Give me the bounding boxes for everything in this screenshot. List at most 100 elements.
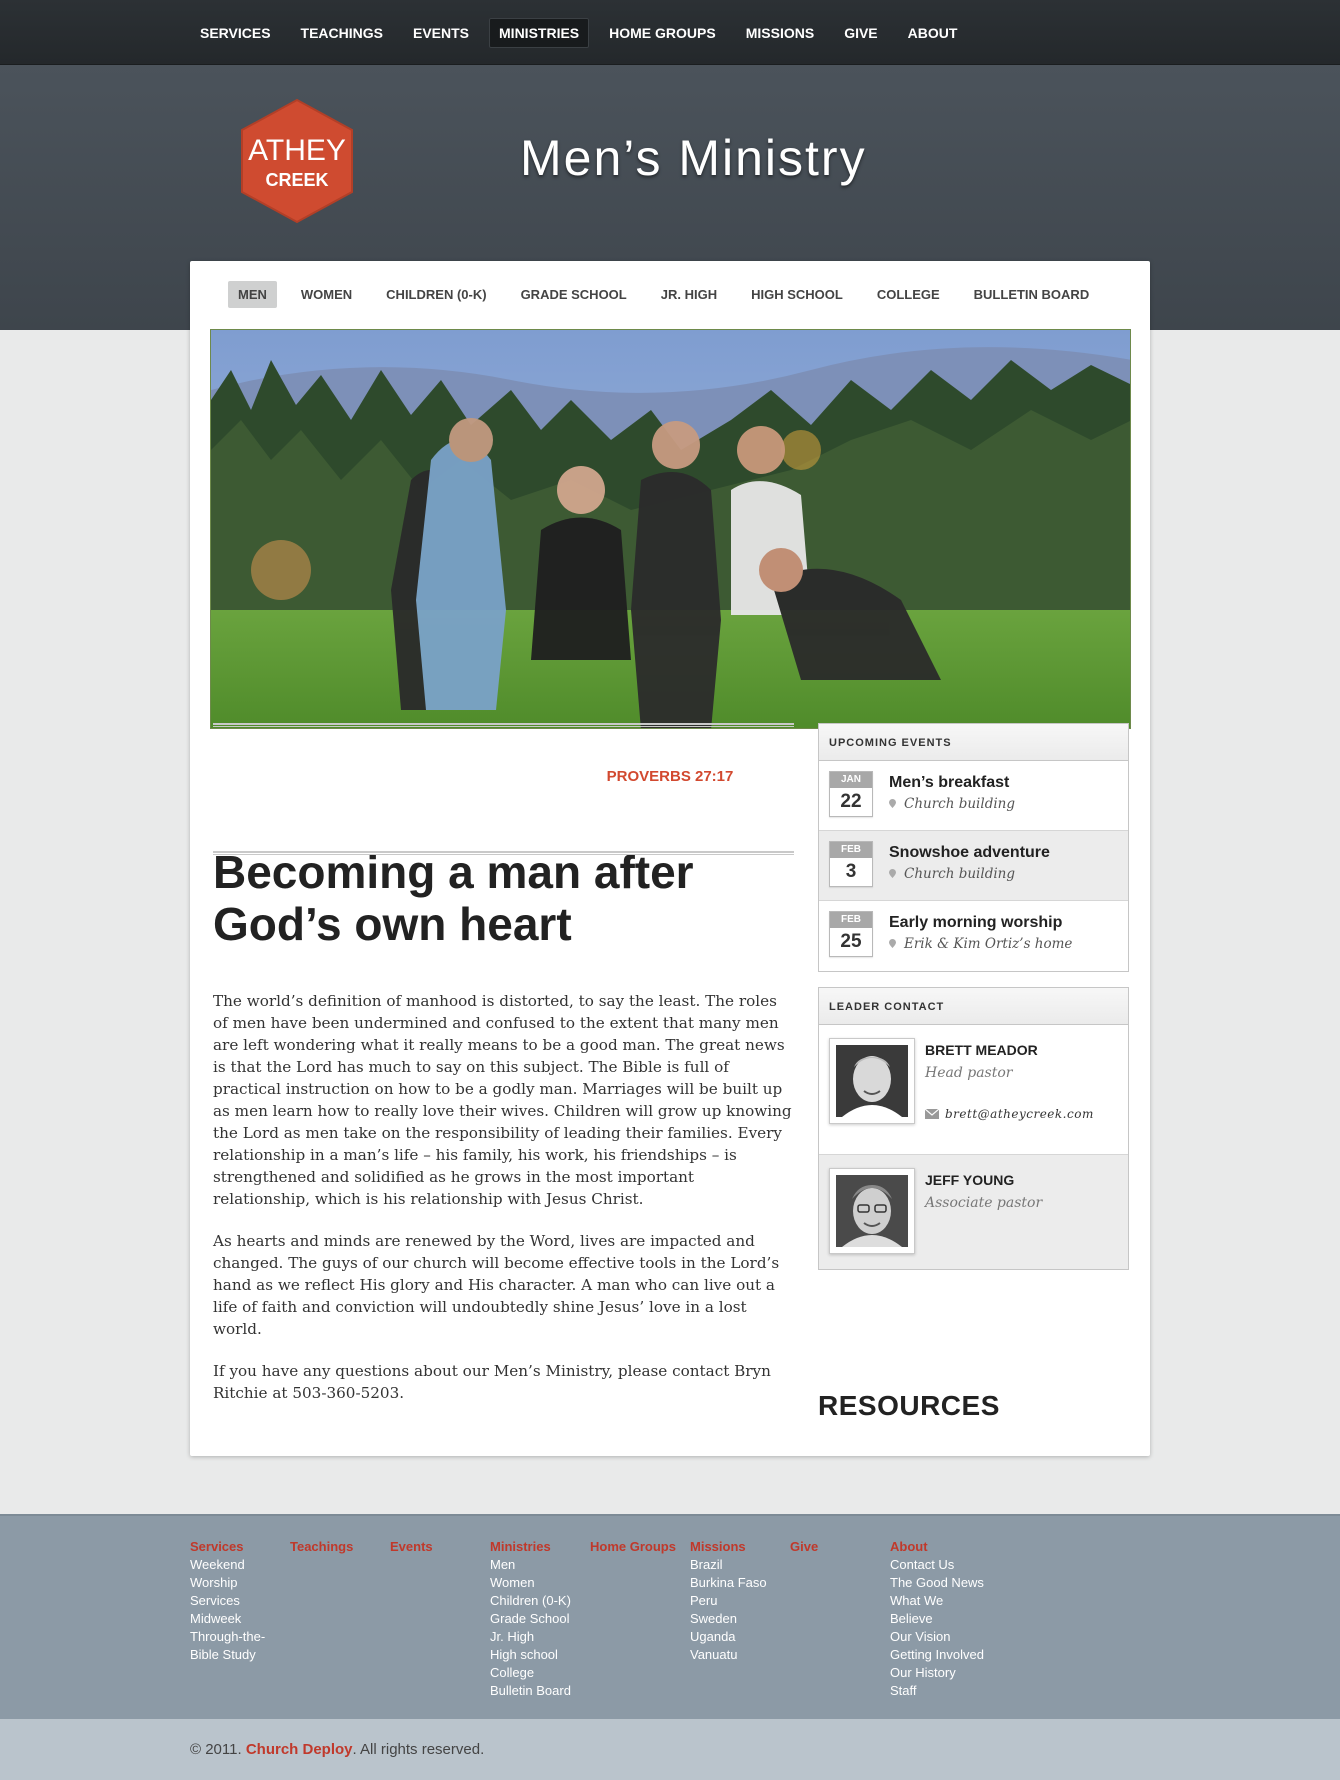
footer-heading[interactable]: Home Groups (590, 1538, 676, 1556)
footer-link[interactable]: Midweek (190, 1610, 265, 1628)
nav-ministries[interactable]: MINISTRIES (489, 18, 590, 48)
footer-link[interactable]: Bulletin Board (490, 1682, 571, 1700)
leader-photo-brett (836, 1045, 908, 1117)
footer-column: Give (790, 1538, 818, 1556)
article-paragraph: If you have any questions about our Men’… (213, 1362, 771, 1402)
footer-link[interactable]: Weekend (190, 1556, 265, 1574)
nav-services[interactable]: SERVICES (190, 18, 281, 48)
footer-link[interactable]: The Good News (890, 1574, 984, 1592)
footer-link[interactable]: Grade School (490, 1610, 571, 1628)
footer-link[interactable]: Getting Involved (890, 1646, 984, 1664)
upcoming-events-box: UPCOMING EVENTS JAN 22 Men’s breakfast C… (818, 723, 1129, 972)
leader-avatar (829, 1168, 915, 1254)
calendar-date-icon: JAN 22 (829, 771, 873, 817)
copyright-text: © 2011. Church Deploy. All rights reserv… (190, 1741, 484, 1758)
resources-heading: RESOURCES (818, 1390, 1000, 1421)
email-icon (925, 1109, 939, 1119)
footer-heading[interactable]: Events (390, 1538, 433, 1556)
event-location-text: Church building (904, 866, 1015, 882)
footer-heading[interactable]: Services (190, 1538, 265, 1556)
footer-link[interactable]: Burkina Faso (690, 1574, 767, 1592)
footer-link[interactable]: Through-the- (190, 1628, 265, 1646)
event-title[interactable]: Men’s breakfast (889, 774, 1009, 792)
top-nav: SERVICES TEACHINGS EVENTS MINISTRIES HOM… (0, 0, 1340, 65)
footer-link[interactable]: Jr. High (490, 1628, 571, 1646)
footer-column: Services Weekend Worship Services Midwee… (190, 1538, 265, 1664)
event-location: Erik & Kim Ortiz’s home (889, 936, 1072, 952)
calendar-date-icon: FEB 25 (829, 911, 873, 957)
copyright-brand-link[interactable]: Church Deploy (246, 1741, 353, 1758)
nav-missions[interactable]: MISSIONS (736, 18, 824, 48)
footer-link[interactable]: Brazil (690, 1556, 767, 1574)
nav-give[interactable]: GIVE (834, 18, 887, 48)
event-location-text: Church building (904, 796, 1015, 812)
footer-link[interactable]: College (490, 1664, 571, 1682)
leader-contact-box: LEADER CONTACT BRETT MEADOR Head pastor … (818, 987, 1129, 1270)
subnav-bulletin-board[interactable]: BULLETIN BOARD (964, 281, 1100, 308)
nav-teachings[interactable]: TEACHINGS (291, 18, 393, 48)
leader-email-text[interactable]: brett@atheycreek.com (945, 1107, 1094, 1121)
footer-link[interactable]: Our History (890, 1664, 984, 1682)
footer-link[interactable]: Staff (890, 1682, 984, 1700)
event-location: Church building (889, 866, 1015, 882)
nav-about[interactable]: ABOUT (898, 18, 968, 48)
subnav-women[interactable]: WOMEN (291, 281, 362, 308)
leader-avatar (829, 1038, 915, 1124)
footer-link[interactable]: Children (0-K) (490, 1592, 571, 1610)
footer-link[interactable]: Bible Study (190, 1646, 265, 1664)
event-item[interactable]: JAN 22 Men’s breakfast Church building (819, 761, 1128, 831)
nav-home-groups[interactable]: HOME GROUPS (599, 18, 726, 48)
footer-heading[interactable]: Ministries (490, 1538, 571, 1556)
footer-link[interactable]: Believe (890, 1610, 984, 1628)
event-title[interactable]: Snowshoe adventure (889, 844, 1050, 862)
map-pin-icon (889, 939, 896, 948)
footer-link[interactable]: High school (490, 1646, 571, 1664)
calendar-date-icon: FEB 3 (829, 841, 873, 887)
top-nav-list: SERVICES TEACHINGS EVENTS MINISTRIES HOM… (190, 18, 977, 48)
event-day: 25 (840, 931, 862, 952)
footer-heading[interactable]: Missions (690, 1538, 767, 1556)
nav-events[interactable]: EVENTS (403, 18, 479, 48)
leader-role: Associate pastor (925, 1195, 1043, 1211)
athey-creek-logo[interactable]: ATHEY CREEK (238, 98, 356, 224)
footer-heading[interactable]: Give (790, 1538, 818, 1556)
article-headline: Becoming a man after God’s own heart (213, 846, 694, 950)
footer-link[interactable]: Women (490, 1574, 571, 1592)
event-month: FEB (830, 842, 872, 858)
event-month: JAN (830, 772, 872, 788)
leader-email[interactable]: brett@atheycreek.com (925, 1107, 1094, 1121)
footer-link[interactable]: Services (190, 1592, 265, 1610)
subnav-children[interactable]: CHILDREN (0-K) (376, 281, 496, 308)
subnav-grade-school[interactable]: GRADE SCHOOL (511, 281, 637, 308)
event-day: 3 (845, 861, 857, 882)
footer-link[interactable]: Our Vision (890, 1628, 984, 1646)
site-footer: Services Weekend Worship Services Midwee… (0, 1514, 1340, 1719)
footer-link[interactable]: Vanuatu (690, 1646, 767, 1664)
footer-link[interactable]: Men (490, 1556, 571, 1574)
headline-rule-top (213, 723, 794, 727)
leader-contact-heading: LEADER CONTACT (819, 988, 1128, 1025)
leader-card: JEFF YOUNG Associate pastor (819, 1155, 1128, 1269)
subnav-college[interactable]: COLLEGE (867, 281, 950, 308)
footer-heading[interactable]: About (890, 1538, 984, 1556)
footer-link[interactable]: What We (890, 1592, 984, 1610)
footer-link[interactable]: Peru (690, 1592, 767, 1610)
subnav-men[interactable]: MEN (228, 281, 277, 308)
upcoming-events-heading: UPCOMING EVENTS (819, 724, 1128, 761)
hero-photo (210, 329, 1131, 729)
subnav-jr-high[interactable]: JR. HIGH (651, 281, 727, 308)
subnav-high-school[interactable]: HIGH SCHOOL (741, 281, 853, 308)
event-item[interactable]: FEB 25 Early morning worship Erik & Kim … (819, 901, 1128, 971)
footer-column: Teachings (290, 1538, 353, 1556)
footer-link[interactable]: Contact Us (890, 1556, 984, 1574)
leader-role: Head pastor (925, 1065, 1013, 1081)
footer-link[interactable]: Uganda (690, 1628, 767, 1646)
article-paragraph: As hearts and minds are renewed by the W… (213, 1232, 780, 1338)
main-card: MEN WOMEN CHILDREN (0-K) GRADE SCHOOL JR… (190, 261, 1150, 1456)
footer-heading[interactable]: Teachings (290, 1538, 353, 1556)
footer-link[interactable]: Sweden (690, 1610, 767, 1628)
event-title[interactable]: Early morning worship (889, 914, 1062, 932)
footer-column: Missions Brazil Burkina Faso Peru Sweden… (690, 1538, 767, 1664)
event-item[interactable]: FEB 3 Snowshoe adventure Church building (819, 831, 1128, 901)
footer-link[interactable]: Worship (190, 1574, 265, 1592)
